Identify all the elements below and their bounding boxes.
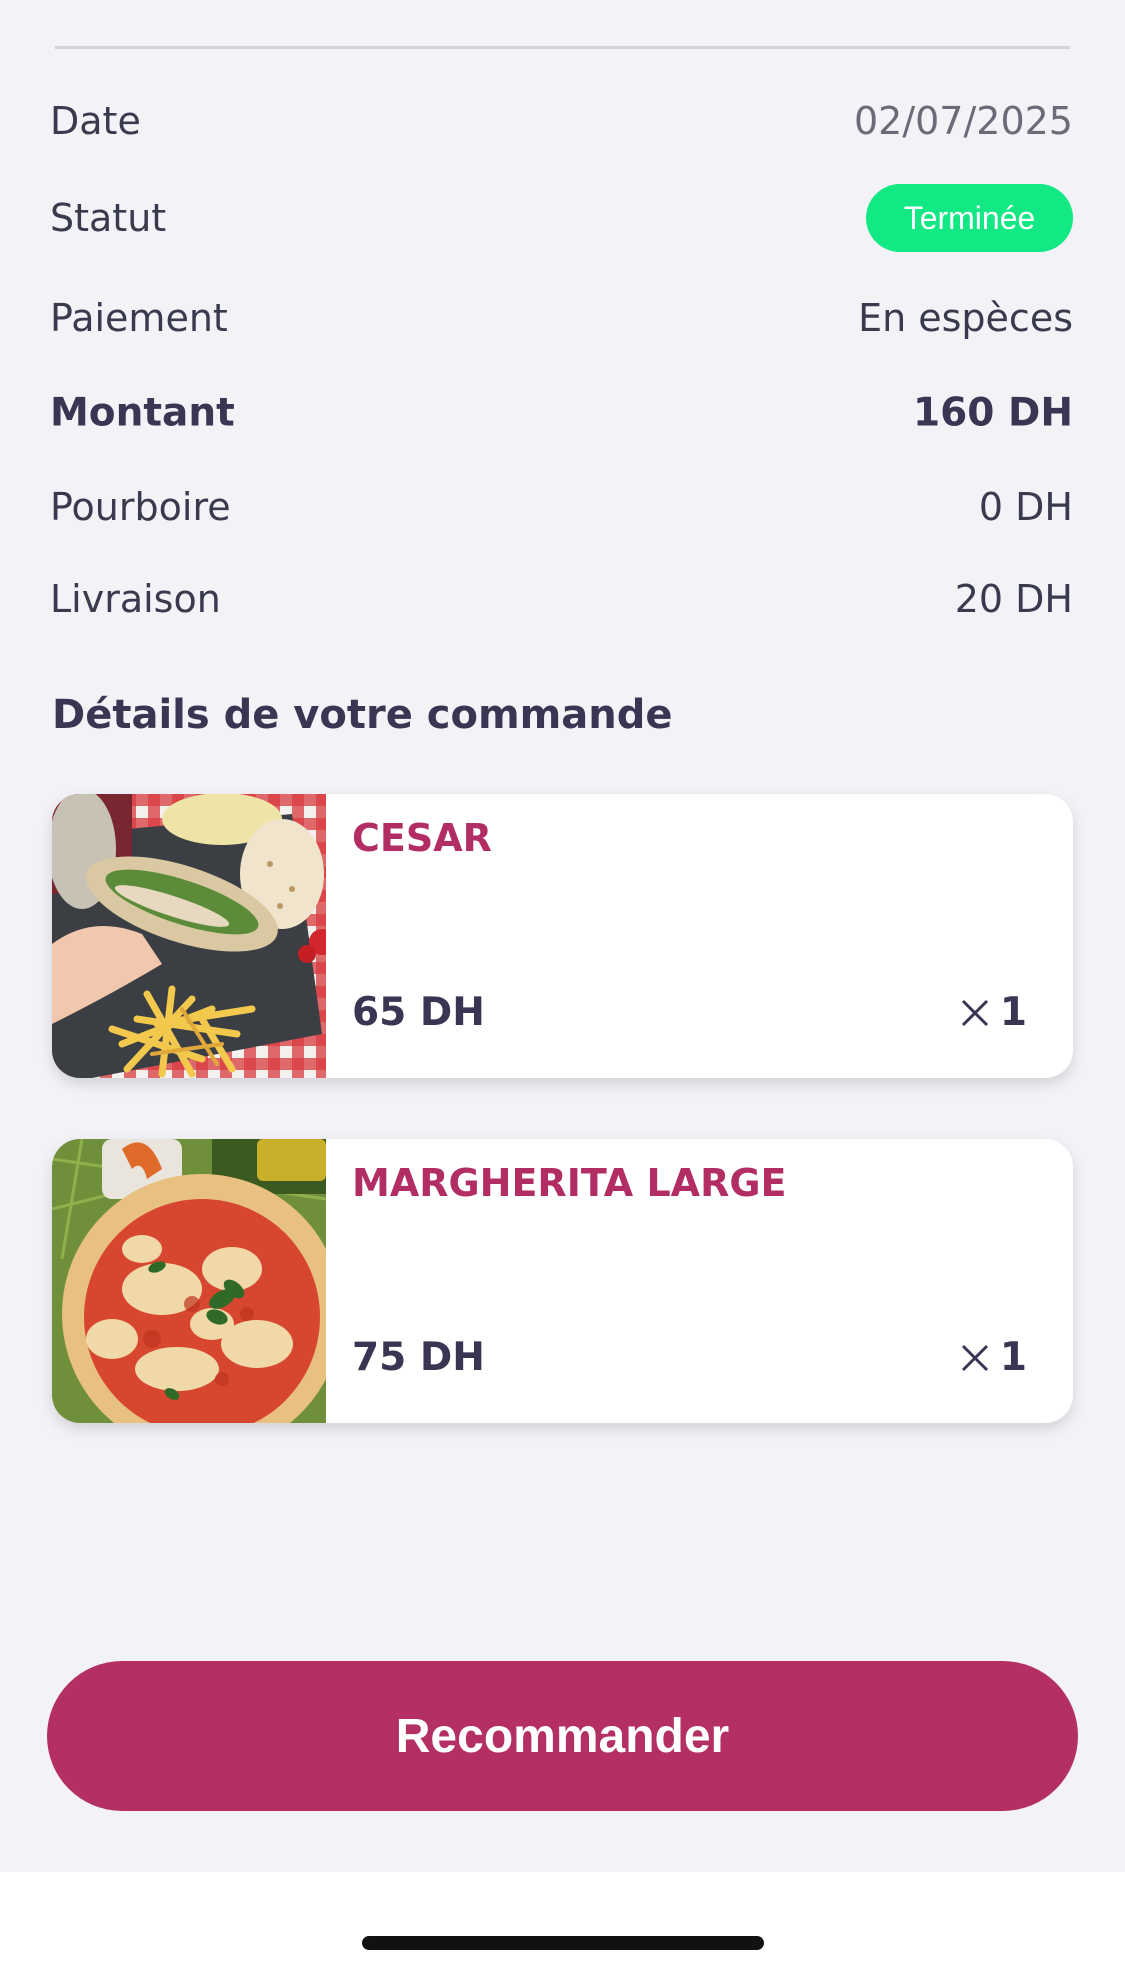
item-quantity-value: 1 — [999, 1335, 1027, 1380]
item-quantity: 1 — [960, 1335, 1027, 1380]
date-value: 02/07/2025 — [853, 99, 1073, 143]
tip-row: Pourboire 0 DH — [50, 472, 1073, 542]
status-badge: Terminée — [866, 184, 1073, 252]
order-item-card[interactable]: CESAR 65 DH 1 — [52, 794, 1073, 1078]
item-quantity: 1 — [960, 990, 1027, 1035]
divider — [55, 46, 1070, 49]
delivery-value: 20 DH — [954, 577, 1073, 621]
date-label: Date — [50, 99, 141, 143]
payment-value: En espèces — [858, 296, 1073, 340]
wrap-and-fries-photo — [52, 794, 326, 1078]
amount-label: Montant — [50, 390, 235, 436]
bottom-safe-area — [0, 1872, 1125, 1976]
item-price: 65 DH — [352, 990, 485, 1035]
order-item-card[interactable]: MARGHERITA LARGE 75 DH 1 — [52, 1139, 1073, 1423]
times-icon — [961, 1344, 988, 1371]
order-detail-screen: Date 02/07/2025 Statut Terminée Paiement… — [0, 0, 1125, 1976]
status-row: Statut Terminée — [50, 183, 1073, 253]
payment-row: Paiement En espèces — [50, 283, 1073, 353]
delivery-label: Livraison — [50, 577, 221, 621]
item-name: MARGHERITA LARGE — [352, 1161, 787, 1205]
delivery-row: Livraison 20 DH — [50, 564, 1073, 634]
home-indicator[interactable] — [362, 1936, 764, 1950]
date-row: Date 02/07/2025 — [50, 86, 1073, 156]
times-icon — [961, 999, 988, 1026]
status-label: Statut — [50, 196, 167, 240]
item-name: CESAR — [352, 816, 492, 860]
reorder-button[interactable]: Recommander — [47, 1661, 1078, 1811]
item-price: 75 DH — [352, 1335, 485, 1380]
margherita-pizza-photo — [52, 1139, 326, 1423]
amount-row: Montant 160 DH — [50, 378, 1073, 448]
amount-value: 160 DH — [913, 390, 1073, 436]
tip-label: Pourboire — [50, 485, 231, 529]
tip-value: 0 DH — [978, 485, 1073, 529]
payment-label: Paiement — [50, 296, 228, 340]
item-quantity-value: 1 — [999, 990, 1027, 1035]
order-details-title: Détails de votre commande — [52, 692, 673, 738]
